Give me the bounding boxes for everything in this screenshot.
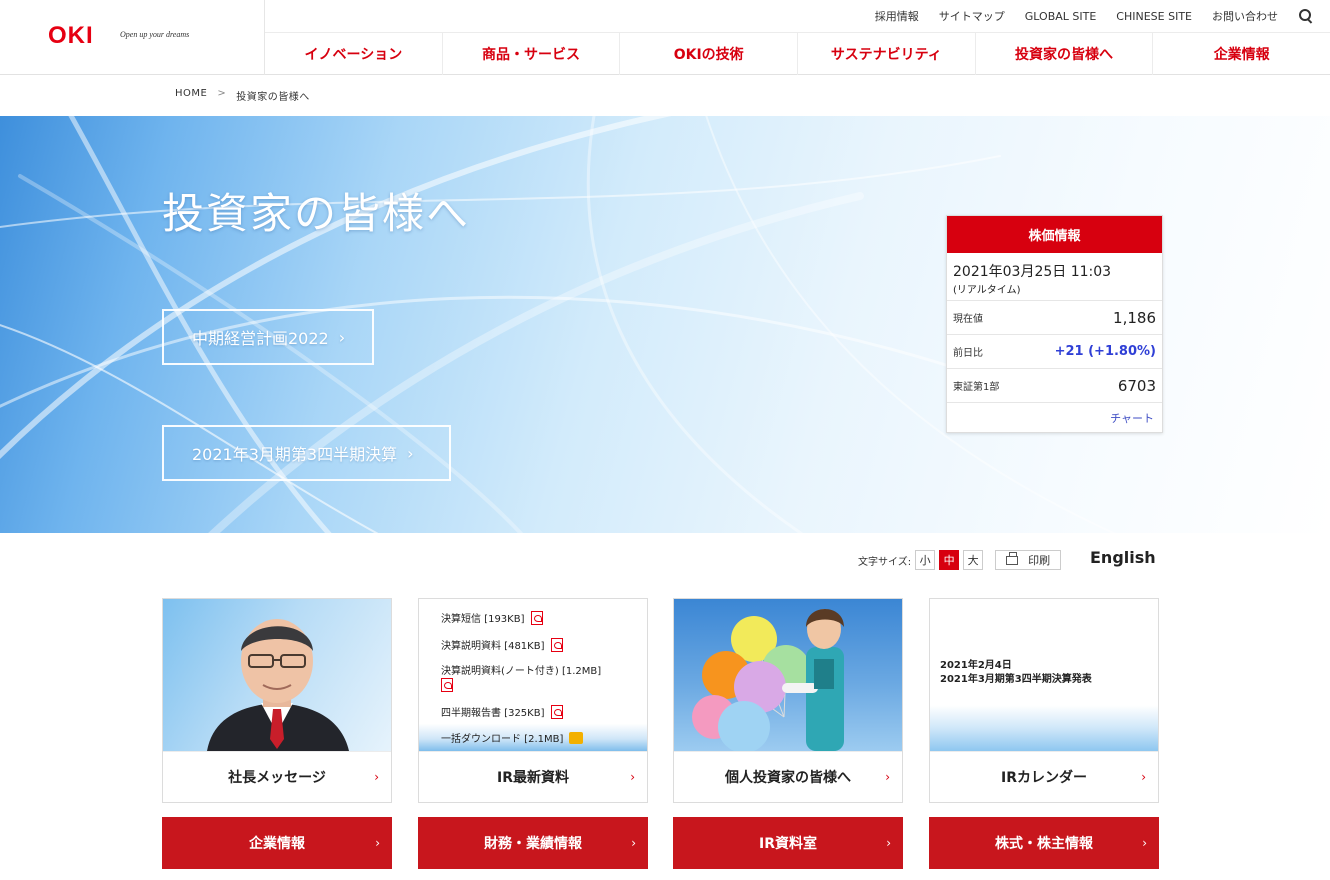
ir-calendar-label: IRカレンダー xyxy=(1001,770,1087,786)
stock-info-widget: 株価情報 2021年03月25日 11:03 (リアルタイム) 現在値 1,18… xyxy=(946,215,1163,433)
card-ir-latest-documents[interactable]: 決算短信 [193KB] 決算説明資料 [481KB] 決算説明資料(ノート付き… xyxy=(418,598,648,803)
nav-investors[interactable]: 投資家の皆様へ xyxy=(976,33,1154,75)
ir-calendar-date: 2021年2月4日 xyxy=(940,660,1012,671)
main-nav: イノベーション 商品・サービス OKIの技術 サステナビリティ 投資家の皆様へ … xyxy=(265,32,1330,75)
util-link-recruit[interactable]: 採用情報 xyxy=(875,8,919,24)
ir-calendar-entry: 2021年2月4日 2021年3月期第3四半期決算発表 xyxy=(940,659,1092,687)
font-size-medium-button[interactable]: 中 xyxy=(939,550,960,570)
breadcrumb-separator: > xyxy=(217,88,227,99)
nav-products-services[interactable]: 商品・サービス xyxy=(443,33,621,75)
hero-title: 投資家の皆様へ xyxy=(162,189,471,238)
doc-item[interactable]: 決算短信 [193KB] xyxy=(441,611,601,626)
doc-item[interactable]: 四半期報告書 [325KB] xyxy=(441,705,601,720)
nav-corporate-info[interactable]: 企業情報 xyxy=(1153,33,1330,75)
q3-results-label: 2021年3月期第3四半期決算 xyxy=(192,445,398,464)
chevron-right-icon: › xyxy=(374,770,379,784)
doc-item[interactable]: 一括ダウンロード [2.1MB] xyxy=(441,732,601,746)
stock-realtime-note: (リアルタイム) xyxy=(953,285,1021,296)
breadcrumb: HOME > 投資家の皆様へ xyxy=(175,88,310,103)
chevron-right-icon: › xyxy=(1141,770,1146,784)
card-label: 個人投資家の皆様へ › xyxy=(674,751,902,802)
doc-item[interactable]: 決算説明資料 [481KB] xyxy=(441,638,601,653)
font-size-large-button[interactable]: 大 xyxy=(963,550,984,570)
q3-results-button[interactable]: 2021年3月期第3四半期決算 › xyxy=(162,425,451,481)
ir-calendar-panel: 2021年2月4日 2021年3月期第3四半期決算発表 xyxy=(930,599,1158,751)
stock-heading: 株価情報 xyxy=(947,216,1162,253)
stock-market-label: 東証第1部 xyxy=(953,382,1000,393)
stock-current-value: 1,186 xyxy=(1113,308,1156,327)
site-header: OKI Open up your dreams 採用情報 サイトマップ GLOB… xyxy=(0,0,1330,75)
util-link-contact[interactable]: お問い合わせ xyxy=(1212,8,1278,24)
balloon-girl-photo xyxy=(674,599,902,751)
ir-documents-panel: 決算短信 [193KB] 決算説明資料 [481KB] 決算説明資料(ノート付き… xyxy=(419,599,647,751)
utility-nav: 採用情報 サイトマップ GLOBAL SITE CHINESE SITE お問い… xyxy=(875,0,1314,32)
page-tools: 文字サイズ: 小 中 大 印刷 xyxy=(858,548,1062,572)
stock-current-label: 現在値 xyxy=(953,314,983,325)
card-label: IR最新資料 › xyxy=(419,751,647,802)
breadcrumb-home[interactable]: HOME xyxy=(175,88,207,103)
mid-term-plan-label: 中期経営計画2022 xyxy=(192,329,329,348)
logo-tagline: Open up your dreams xyxy=(120,30,190,39)
chevron-right-icon: › xyxy=(885,770,890,784)
financial-info-button[interactable]: 財務・業績情報 › xyxy=(418,817,648,869)
card-individual-investors[interactable]: 個人投資家の皆様へ › xyxy=(673,598,903,803)
ir-library-label: IR資料室 xyxy=(759,836,817,852)
nav-innovation[interactable]: イノベーション xyxy=(265,33,443,75)
english-link[interactable]: English xyxy=(1090,548,1156,567)
chevron-right-icon: › xyxy=(1142,836,1147,850)
card-president-message[interactable]: 社長メッセージ › xyxy=(162,598,392,803)
financial-info-label: 財務・業績情報 xyxy=(484,836,582,852)
stock-shareholder-info-label: 株式・株主情報 xyxy=(995,836,1093,852)
pdf-icon xyxy=(550,638,563,652)
mid-term-plan-button[interactable]: 中期経営計画2022 › xyxy=(162,309,374,365)
president-photo xyxy=(163,599,391,751)
breadcrumb-current: 投資家の皆様へ xyxy=(236,92,310,103)
chevron-right-icon: › xyxy=(631,836,636,850)
search-icon[interactable] xyxy=(1298,8,1314,24)
chevron-right-icon: › xyxy=(338,327,346,347)
oki-logo[interactable]: OKI xyxy=(48,22,94,50)
util-link-chinese-site[interactable]: CHINESE SITE xyxy=(1116,10,1192,23)
logo-area[interactable]: OKI Open up your dreams xyxy=(0,0,265,75)
pdf-icon xyxy=(441,678,453,692)
chevron-right-icon: › xyxy=(886,836,891,850)
chevron-right-icon: › xyxy=(630,770,635,784)
pdf-icon xyxy=(550,705,563,719)
corporate-info-label: 企業情報 xyxy=(249,836,305,852)
stock-datetime: 2021年03月25日 11:03 (リアルタイム) xyxy=(947,253,1162,301)
ir-calendar-event[interactable]: 2021年3月期第3四半期決算発表 xyxy=(940,673,1092,687)
util-link-global-site[interactable]: GLOBAL SITE xyxy=(1025,10,1097,23)
ir-document-list: 決算短信 [193KB] 決算説明資料 [481KB] 決算説明資料(ノート付き… xyxy=(441,611,601,751)
stock-row-change: 前日比 +21 (+1.80%) xyxy=(947,335,1162,369)
nav-oki-technology[interactable]: OKIの技術 xyxy=(620,33,799,75)
stock-shareholder-info-button[interactable]: 株式・株主情報 › xyxy=(929,817,1159,869)
doc-item[interactable]: 決算説明資料(ノート付き) [1.2MB] xyxy=(441,665,601,693)
president-message-label: 社長メッセージ xyxy=(228,770,326,786)
font-size-label: 文字サイズ: xyxy=(858,556,912,568)
util-link-sitemap[interactable]: サイトマップ xyxy=(939,8,1005,24)
stock-datetime-value: 2021年03月25日 11:03 xyxy=(953,264,1112,280)
card-label: 社長メッセージ › xyxy=(163,751,391,802)
ir-latest-label: IR最新資料 xyxy=(497,770,569,786)
stock-code-value: 6703 xyxy=(1117,376,1156,395)
stock-change-value: +21 (+1.80%) xyxy=(1054,344,1156,359)
card-ir-calendar[interactable]: 2021年2月4日 2021年3月期第3四半期決算発表 IRカレンダー › xyxy=(929,598,1159,803)
print-label: 印刷 xyxy=(1028,554,1051,567)
chevron-right-icon: › xyxy=(375,836,380,850)
stock-change-label: 前日比 xyxy=(953,348,983,359)
pdf-icon xyxy=(530,611,543,625)
printer-icon xyxy=(1006,551,1019,565)
card-label: IRカレンダー › xyxy=(930,751,1158,802)
stock-row-code: 東証第1部 6703 xyxy=(947,369,1162,403)
stock-chart-link[interactable]: チャート xyxy=(947,403,1162,426)
nav-sustainability[interactable]: サステナビリティ xyxy=(798,33,976,75)
ir-library-button[interactable]: IR資料室 › xyxy=(673,817,903,869)
individual-investors-label: 個人投資家の皆様へ xyxy=(725,770,851,786)
corporate-info-button[interactable]: 企業情報 › xyxy=(162,817,392,869)
stock-row-current: 現在値 1,186 xyxy=(947,301,1162,335)
font-size-small-button[interactable]: 小 xyxy=(915,550,936,570)
print-button[interactable]: 印刷 xyxy=(995,550,1062,570)
zip-icon xyxy=(569,732,584,744)
chevron-right-icon: › xyxy=(407,443,414,463)
